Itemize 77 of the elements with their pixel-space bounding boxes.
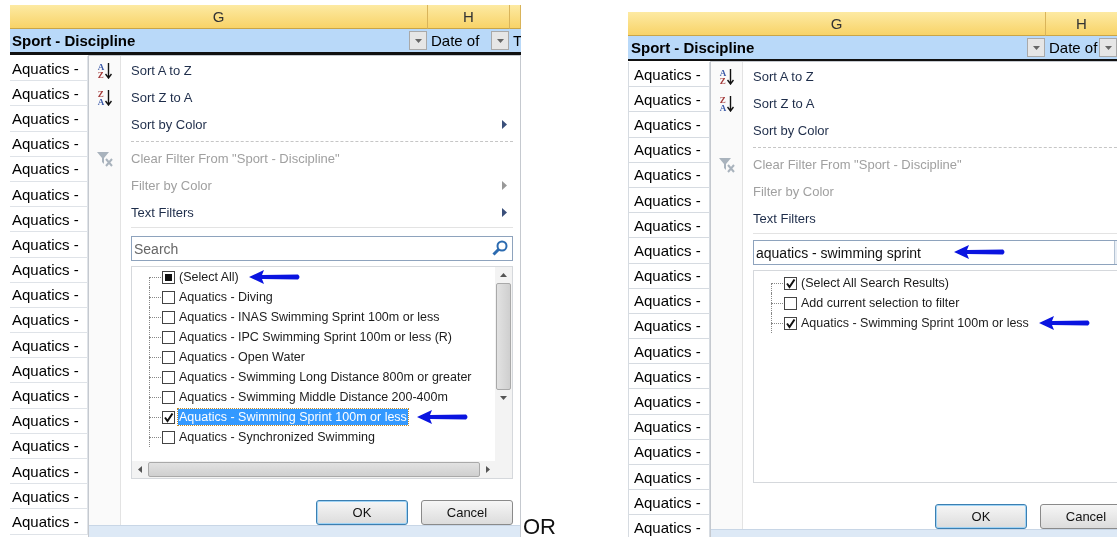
checkmark-icon [163,411,174,423]
checkbox[interactable] [784,316,797,330]
cancel-button[interactable]: Cancel [1040,504,1117,529]
submenu-arrow-icon [502,181,507,190]
menu-item[interactable]: Sort A to Z [131,63,513,78]
menu-item[interactable]: Text Filters [131,205,502,220]
or-label: OR [523,514,556,537]
header-cell-text: Sport - Discipline [630,39,756,56]
list-item[interactable]: Aquatics - INAS Swimming Sprint 100m or less [178,309,441,325]
column-header: G [628,12,1046,36]
checkmark-icon [785,277,796,289]
annotation-arrow [1037,315,1092,331]
checkbox[interactable] [162,370,175,384]
checkbox[interactable] [784,276,797,290]
menu-item[interactable]: Sort by Color [753,123,1117,138]
scroll-left-icon [138,466,142,473]
checkbox[interactable] [784,296,797,310]
annotation-arrow [415,409,470,425]
scroll-thumb[interactable] [148,462,480,477]
clear-filter-icon [96,150,114,167]
checkmark-icon [785,317,796,329]
list-item[interactable]: Aquatics - Synchronized Swimming [178,429,376,445]
caret-icon [496,38,504,43]
menu-item[interactable]: Sort Z to A [753,96,1117,111]
annotation-arrow [247,269,302,285]
checkbox[interactable] [162,270,175,284]
list-item[interactable]: Aquatics - Diving [178,289,274,305]
clear-filter-icon [718,156,736,173]
filter-dropdown-button[interactable] [491,31,509,50]
caret-icon [1032,45,1040,50]
caret-icon [1104,45,1112,50]
ok-button[interactable]: OK [935,504,1027,529]
menu-item[interactable]: Text Filters [753,211,1117,226]
column-header [510,5,521,29]
list-item[interactable]: Aquatics - Swimming Sprint 100m or less [800,315,1030,331]
menu-item[interactable]: Sort Z to A [131,90,513,105]
checkbox[interactable] [162,430,175,444]
filter-dropdown-button[interactable] [409,31,427,50]
horizontal-scrollbar[interactable] [132,461,512,478]
column-header: H [428,5,510,29]
checkbox[interactable] [162,410,175,424]
header-cell-text: Date of [1048,39,1099,56]
column-header: G [10,5,428,29]
list-item[interactable]: (Select All Search Results) [800,275,950,291]
submenu-arrow-icon [502,208,507,217]
ok-button[interactable]: OK [316,500,408,525]
header-cell-text: Sport - Discipline [11,32,137,49]
annotation-arrow [953,244,1007,260]
scroll-thumb[interactable] [496,283,511,390]
scroll-right-icon [486,466,490,473]
submenu-arrow-icon [502,120,507,129]
menu-item[interactable]: Sort A to Z [753,69,1117,84]
list-item[interactable]: Aquatics - Swimming Long Distance 800m or greater [178,369,473,385]
list-item[interactable]: Aquatics - IPC Swimming Sprint 100m or less (R) [178,329,453,345]
scroll-down-icon [500,396,507,400]
checkbox[interactable] [162,390,175,404]
header-cell-text: Date of [430,32,481,49]
filter-dropdown-button[interactable] [1099,38,1117,57]
checkbox[interactable] [162,290,175,304]
list-item[interactable]: Aquatics - Open Water [178,349,306,365]
checkbox[interactable] [162,310,175,324]
header-cell-text: T [512,32,521,49]
cancel-button[interactable]: Cancel [421,500,513,525]
checkbox[interactable] [162,330,175,344]
search-field[interactable]: Search [131,236,513,261]
caret-icon [414,38,422,43]
vertical-scrollbar[interactable] [495,267,512,461]
search-field[interactable]: aquatics - swimming sprint [753,240,1117,265]
menu-item[interactable]: Sort by Color [131,117,502,132]
filter-dropdown-button[interactable] [1027,38,1045,57]
list-item[interactable]: Add current selection to filter [800,295,961,311]
list-item[interactable]: Aquatics - Swimming Middle Distance 200-400m [178,389,449,405]
column-header: H [1046,12,1117,36]
checkbox[interactable] [162,350,175,364]
list-item[interactable]: (Select All) [178,269,240,285]
search-icon [492,240,508,256]
scroll-up-icon [500,273,507,277]
